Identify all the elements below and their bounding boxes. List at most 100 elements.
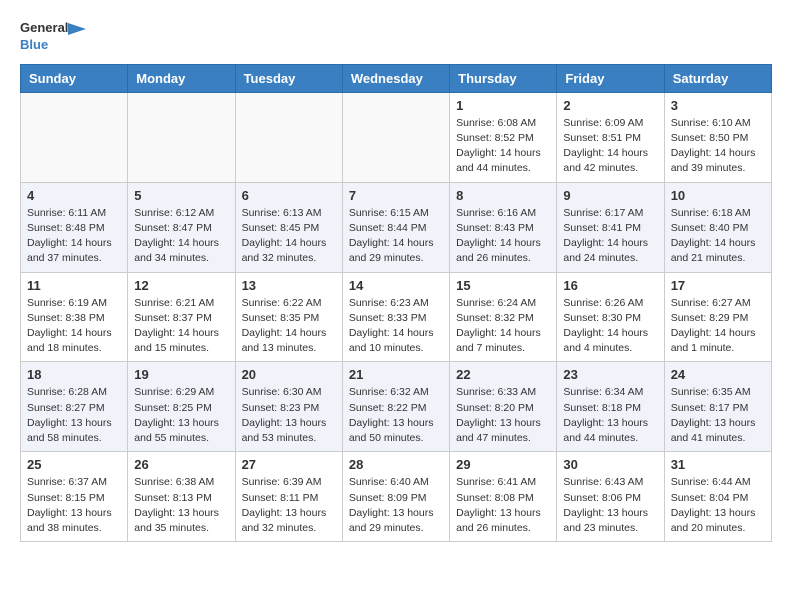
weekday-header-thursday: Thursday <box>450 64 557 92</box>
weekday-header-monday: Monday <box>128 64 235 92</box>
day-number: 10 <box>671 188 765 203</box>
day-info: Sunrise: 6:32 AMSunset: 8:22 PMDaylight:… <box>349 385 443 446</box>
day-number: 16 <box>563 278 657 293</box>
calendar-cell: 6 Sunrise: 6:13 AMSunset: 8:45 PMDaylight… <box>235 182 342 272</box>
day-number: 3 <box>671 98 765 113</box>
day-number: 11 <box>27 278 121 293</box>
calendar-cell: 31Sunrise: 6:44 AMSunset: 8:04 PMDayligh… <box>664 452 771 542</box>
logo-text-block: General Blue <box>20 20 86 54</box>
weekday-header-sunday: Sunday <box>21 64 128 92</box>
day-number: 24 <box>671 367 765 382</box>
day-number: 9 <box>563 188 657 203</box>
calendar-week-row: 1 Sunrise: 6:08 AMSunset: 8:52 PMDaylight… <box>21 92 772 182</box>
weekday-header-row: SundayMondayTuesdayWednesdayThursdayFrid… <box>21 64 772 92</box>
day-number: 31 <box>671 457 765 472</box>
calendar-cell: 27Sunrise: 6:39 AMSunset: 8:11 PMDayligh… <box>235 452 342 542</box>
day-number: 20 <box>242 367 336 382</box>
calendar-cell: 13 Sunrise: 6:22 AMSunset: 8:35 PMDayligh… <box>235 272 342 362</box>
calendar-cell: 19 Sunrise: 6:29 AMSunset: 8:25 PMDayligh… <box>128 362 235 452</box>
day-number: 6 <box>242 188 336 203</box>
day-info: Sunrise: 6:33 AMSunset: 8:20 PMDaylight:… <box>456 385 550 446</box>
calendar-cell <box>21 92 128 182</box>
calendar-cell: 23 Sunrise: 6:34 AMSunset: 8:18 PMDayligh… <box>557 362 664 452</box>
day-info: Sunrise: 6:27 AMSunset: 8:29 PMDaylight:… <box>671 296 765 357</box>
calendar-week-row: 18 Sunrise: 6:28 AMSunset: 8:27 PMDayligh… <box>21 362 772 452</box>
day-info: Sunrise: 6:28 AMSunset: 8:27 PMDaylight:… <box>27 385 121 446</box>
logo-blue: Blue <box>20 37 86 54</box>
logo: General Blue <box>20 20 86 54</box>
weekday-header-wednesday: Wednesday <box>342 64 449 92</box>
day-info: Sunrise: 6:10 AMSunset: 8:50 PMDaylight:… <box>671 116 765 177</box>
calendar-cell: 11 Sunrise: 6:19 AMSunset: 8:38 PMDayligh… <box>21 272 128 362</box>
calendar-table: SundayMondayTuesdayWednesdayThursdayFrid… <box>20 64 772 542</box>
calendar-cell: 21Sunrise: 6:32 AMSunset: 8:22 PMDayligh… <box>342 362 449 452</box>
day-info: Sunrise: 6:15 AMSunset: 8:44 PMDaylight:… <box>349 206 443 267</box>
page-header: General Blue <box>20 20 772 54</box>
calendar-cell: 5 Sunrise: 6:12 AMSunset: 8:47 PMDaylight… <box>128 182 235 272</box>
day-info: Sunrise: 6:26 AMSunset: 8:30 PMDaylight:… <box>563 296 657 357</box>
calendar-cell: 1 Sunrise: 6:08 AMSunset: 8:52 PMDaylight… <box>450 92 557 182</box>
calendar-cell: 9 Sunrise: 6:17 AMSunset: 8:41 PMDaylight… <box>557 182 664 272</box>
day-info: Sunrise: 6:22 AMSunset: 8:35 PMDaylight:… <box>242 296 336 357</box>
calendar-cell <box>235 92 342 182</box>
day-info: Sunrise: 6:16 AMSunset: 8:43 PMDaylight:… <box>456 206 550 267</box>
calendar-cell: 14Sunrise: 6:23 AMSunset: 8:33 PMDayligh… <box>342 272 449 362</box>
day-number: 26 <box>134 457 228 472</box>
calendar-cell: 17 Sunrise: 6:27 AMSunset: 8:29 PMDayligh… <box>664 272 771 362</box>
day-info: Sunrise: 6:19 AMSunset: 8:38 PMDaylight:… <box>27 296 121 357</box>
calendar-cell <box>342 92 449 182</box>
calendar-cell: 7 Sunrise: 6:15 AMSunset: 8:44 PMDaylight… <box>342 182 449 272</box>
day-number: 2 <box>563 98 657 113</box>
day-number: 28 <box>349 457 443 472</box>
calendar-cell: 10 Sunrise: 6:18 AMSunset: 8:40 PMDayligh… <box>664 182 771 272</box>
day-number: 1 <box>456 98 550 113</box>
day-number: 14 <box>349 278 443 293</box>
day-info: Sunrise: 6:09 AMSunset: 8:51 PMDaylight:… <box>563 116 657 177</box>
calendar-cell: 26Sunrise: 6:38 AMSunset: 8:13 PMDayligh… <box>128 452 235 542</box>
day-info: Sunrise: 6:11 AMSunset: 8:48 PMDaylight:… <box>27 206 121 267</box>
day-info: Sunrise: 6:12 AMSunset: 8:47 PMDaylight:… <box>134 206 228 267</box>
day-info: Sunrise: 6:35 AMSunset: 8:17 PMDaylight:… <box>671 385 765 446</box>
weekday-header-tuesday: Tuesday <box>235 64 342 92</box>
day-info: Sunrise: 6:21 AMSunset: 8:37 PMDaylight:… <box>134 296 228 357</box>
day-number: 7 <box>349 188 443 203</box>
day-info: Sunrise: 6:39 AMSunset: 8:11 PMDaylight:… <box>242 475 336 536</box>
calendar-cell: 29 Sunrise: 6:41 AMSunset: 8:08 PMDayligh… <box>450 452 557 542</box>
calendar-cell: 25Sunrise: 6:37 AMSunset: 8:15 PMDayligh… <box>21 452 128 542</box>
day-number: 13 <box>242 278 336 293</box>
day-number: 19 <box>134 367 228 382</box>
calendar-cell: 18 Sunrise: 6:28 AMSunset: 8:27 PMDayligh… <box>21 362 128 452</box>
day-number: 15 <box>456 278 550 293</box>
day-number: 25 <box>27 457 121 472</box>
day-info: Sunrise: 6:41 AMSunset: 8:08 PMDaylight:… <box>456 475 550 536</box>
day-info: Sunrise: 6:17 AMSunset: 8:41 PMDaylight:… <box>563 206 657 267</box>
day-number: 22 <box>456 367 550 382</box>
day-number: 12 <box>134 278 228 293</box>
day-info: Sunrise: 6:29 AMSunset: 8:25 PMDaylight:… <box>134 385 228 446</box>
day-number: 8 <box>456 188 550 203</box>
calendar-cell: 12 Sunrise: 6:21 AMSunset: 8:37 PMDayligh… <box>128 272 235 362</box>
day-info: Sunrise: 6:24 AMSunset: 8:32 PMDaylight:… <box>456 296 550 357</box>
calendar-cell: 28Sunrise: 6:40 AMSunset: 8:09 PMDayligh… <box>342 452 449 542</box>
day-number: 29 <box>456 457 550 472</box>
weekday-header-friday: Friday <box>557 64 664 92</box>
calendar-cell: 4 Sunrise: 6:11 AMSunset: 8:48 PMDaylight… <box>21 182 128 272</box>
day-number: 23 <box>563 367 657 382</box>
day-number: 18 <box>27 367 121 382</box>
calendar-cell: 24 Sunrise: 6:35 AMSunset: 8:17 PMDayligh… <box>664 362 771 452</box>
calendar-cell: 16 Sunrise: 6:26 AMSunset: 8:30 PMDayligh… <box>557 272 664 362</box>
day-number: 30 <box>563 457 657 472</box>
calendar-cell: 2 Sunrise: 6:09 AMSunset: 8:51 PMDaylight… <box>557 92 664 182</box>
day-info: Sunrise: 6:13 AMSunset: 8:45 PMDaylight:… <box>242 206 336 267</box>
calendar-cell: 15 Sunrise: 6:24 AMSunset: 8:32 PMDayligh… <box>450 272 557 362</box>
day-info: Sunrise: 6:34 AMSunset: 8:18 PMDaylight:… <box>563 385 657 446</box>
day-number: 17 <box>671 278 765 293</box>
day-info: Sunrise: 6:30 AMSunset: 8:23 PMDaylight:… <box>242 385 336 446</box>
calendar-cell <box>128 92 235 182</box>
calendar-week-row: 11 Sunrise: 6:19 AMSunset: 8:38 PMDayligh… <box>21 272 772 362</box>
day-info: Sunrise: 6:08 AMSunset: 8:52 PMDaylight:… <box>456 116 550 177</box>
day-info: Sunrise: 6:18 AMSunset: 8:40 PMDaylight:… <box>671 206 765 267</box>
calendar-cell: 22 Sunrise: 6:33 AMSunset: 8:20 PMDayligh… <box>450 362 557 452</box>
day-number: 4 <box>27 188 121 203</box>
day-number: 5 <box>134 188 228 203</box>
